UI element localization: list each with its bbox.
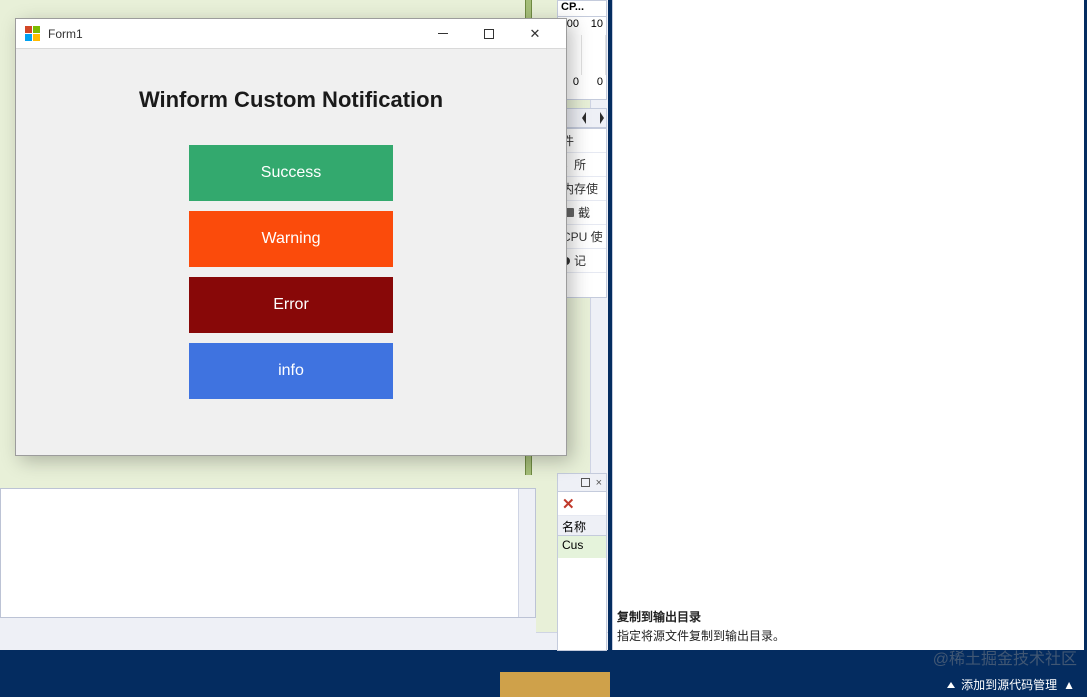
- app-icon: [24, 26, 40, 42]
- grid-cell[interactable]: Cus: [558, 536, 606, 558]
- maximize-icon: [484, 29, 494, 39]
- pin-icon[interactable]: [581, 478, 590, 487]
- upload-icon: [947, 682, 955, 688]
- property-description-title: 复制到输出目录: [617, 608, 1076, 625]
- statusbar-left: [0, 672, 500, 697]
- minimize-button[interactable]: [420, 19, 466, 49]
- window-title: Form1: [48, 27, 83, 41]
- close-icon: ✕: [530, 26, 541, 42]
- page-title: Winform Custom Notification: [16, 87, 566, 113]
- button-label: Success: [261, 164, 321, 182]
- property-description: 复制到输出目录 指定将源文件复制到输出目录。: [617, 608, 1076, 644]
- list-item-label: 所: [574, 156, 586, 173]
- scroll-right-icon[interactable]: [594, 112, 604, 124]
- form1-window: Form1 ✕ Winform Custom Notification Succ…: [15, 18, 567, 456]
- watermark: @稀土掘金技术社区: [933, 645, 1077, 669]
- error-x-icon[interactable]: ✕: [562, 495, 575, 513]
- form1-titlebar[interactable]: Form1 ✕: [16, 19, 566, 49]
- grid-header[interactable]: 名称: [558, 516, 606, 536]
- success-button[interactable]: Success: [189, 145, 393, 201]
- cpu-val: 10: [582, 17, 606, 35]
- button-label: info: [278, 362, 304, 380]
- warning-button[interactable]: Warning: [189, 211, 393, 267]
- chevron-up-icon: ▲: [1063, 678, 1075, 692]
- close-button[interactable]: ✕: [512, 19, 558, 49]
- toolwindow-titlebar[interactable]: ×: [558, 474, 606, 492]
- error-button[interactable]: Error: [189, 277, 393, 333]
- list-item-label: CPU 使: [562, 228, 603, 245]
- list-item-label: 内存使: [562, 180, 598, 197]
- toolwindow-toolbar: ✕: [558, 492, 606, 516]
- statusbar-middle: [500, 672, 610, 697]
- close-icon[interactable]: ×: [596, 477, 602, 489]
- button-label: Error: [273, 296, 309, 314]
- button-label: Warning: [262, 230, 321, 248]
- statusbar-right[interactable]: 添加到源代码管理 ▲: [610, 672, 1087, 697]
- cpu-val: 0: [582, 75, 606, 93]
- property-description-text: 指定将源文件复制到输出目录。: [617, 627, 1076, 644]
- list-item-label: 截: [578, 204, 590, 221]
- output-hscroll[interactable]: [0, 618, 536, 638]
- solution-explorer-fragment: × ✕ 名称 Cus: [557, 473, 607, 651]
- info-button[interactable]: info: [189, 343, 393, 399]
- minimize-icon: [438, 33, 448, 34]
- maximize-button[interactable]: [466, 19, 512, 49]
- form1-client-area: Winform Custom Notification Success Warn…: [16, 49, 566, 399]
- output-panel: [0, 488, 536, 618]
- source-control-label: 添加到源代码管理: [961, 676, 1057, 693]
- properties-pane: 复制到输出目录 指定将源文件复制到输出目录。: [612, 0, 1084, 650]
- list-item-label: 记: [574, 252, 586, 269]
- cpu-header: CP...: [558, 1, 606, 17]
- output-vscroll[interactable]: [518, 489, 535, 617]
- scroll-left-icon[interactable]: [582, 112, 592, 124]
